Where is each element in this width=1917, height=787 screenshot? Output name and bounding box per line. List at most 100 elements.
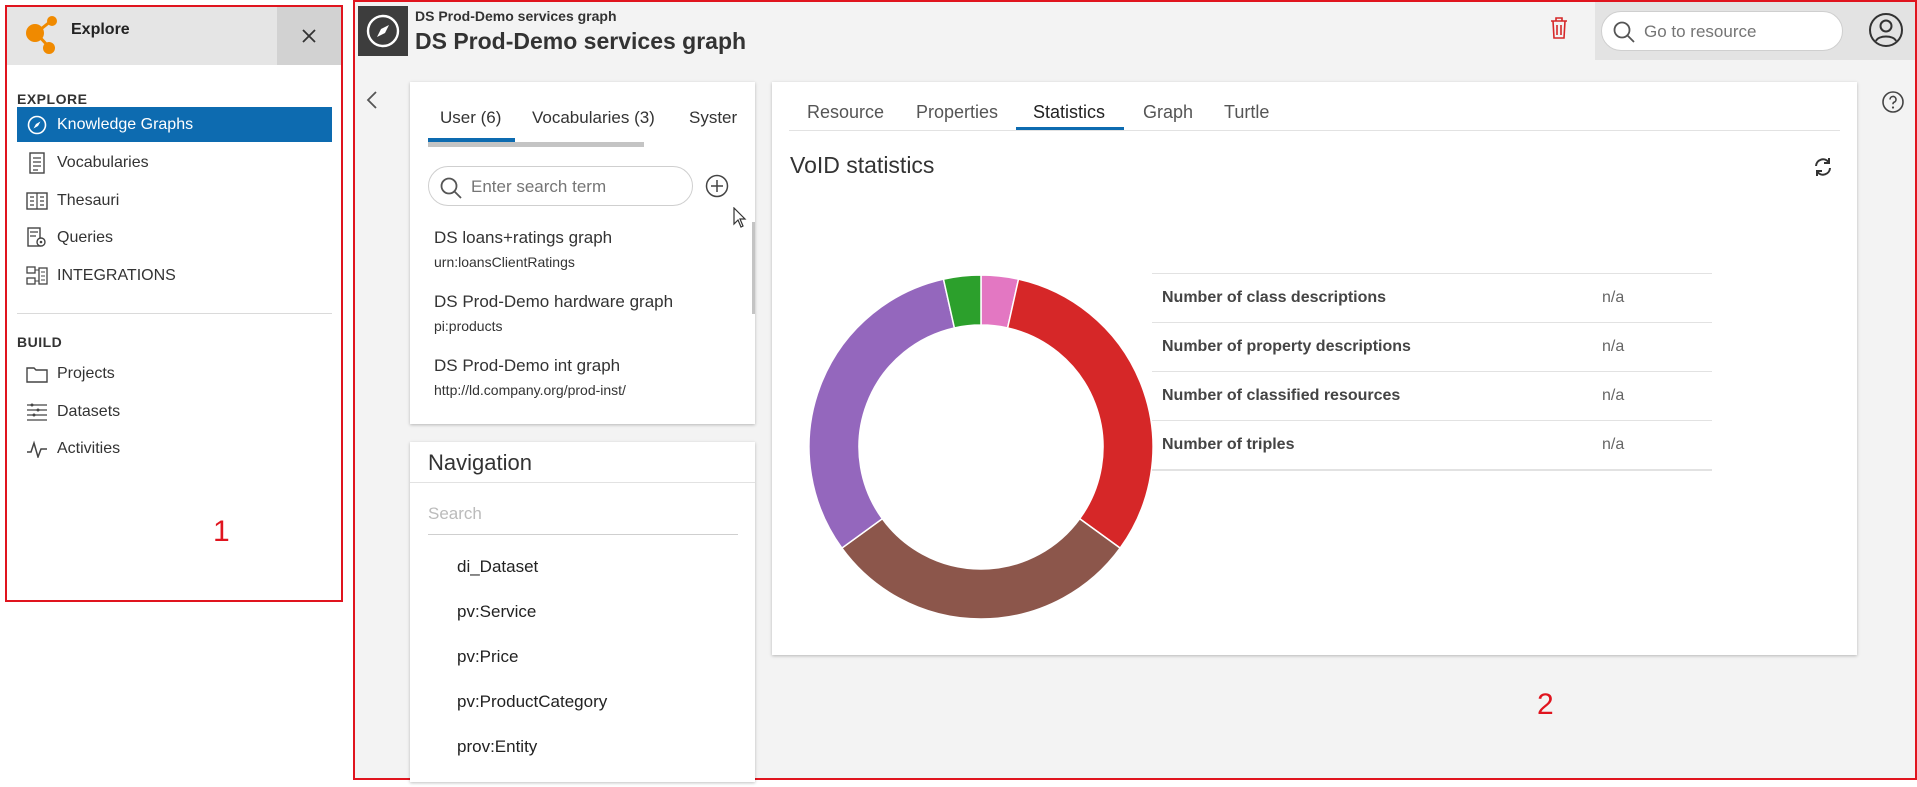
activity-icon [23, 438, 51, 460]
list-item-uri: http://ld.company.org/prod-inst/ [434, 382, 626, 398]
user-account-icon[interactable] [1868, 12, 1904, 53]
graph-search-input[interactable] [469, 176, 683, 198]
mouse-cursor-icon [733, 206, 747, 234]
search-underline [428, 534, 738, 535]
page-title: DS Prod-Demo services graph [415, 28, 747, 54]
header-subtitle: DS Prod-Demo services graph [415, 8, 617, 24]
statistics-table: Number of class descriptions n/a Number … [1152, 273, 1712, 471]
sidebar-item-label: INTEGRATIONS [57, 266, 176, 284]
table-row: Number of property descriptions n/a [1152, 322, 1712, 371]
stat-label: Number of class descriptions [1162, 289, 1387, 306]
list-item-title: DS Prod-Demo int graph [434, 356, 621, 375]
list-item[interactable]: DS Prod-Demo hardware graph pi:products [434, 292, 673, 334]
search-icon [1612, 20, 1636, 49]
list-doc-icon [23, 151, 51, 174]
void-statistics-donut-chart [808, 274, 1154, 620]
tab-graph[interactable]: Graph [1143, 102, 1193, 123]
page-header: DS Prod-Demo services graph DS Prod-Demo… [355, 2, 1915, 60]
stat-label: Number of classified resources [1162, 387, 1401, 404]
navigation-item[interactable]: pv:Price [457, 647, 518, 667]
go-to-resource-input[interactable] [1642, 21, 1836, 43]
sidebar-item-label: Projects [57, 364, 115, 382]
navigation-item[interactable]: pv:Service [457, 602, 536, 622]
add-circle-icon[interactable] [705, 174, 729, 203]
sidebar-item-projects[interactable]: Projects [17, 356, 332, 391]
tab-scrollbar-track [428, 142, 515, 147]
delete-icon[interactable] [1549, 16, 1569, 45]
app-logo-icon [21, 13, 61, 57]
list-scrollbar[interactable] [752, 222, 755, 314]
stat-value: n/a [1602, 436, 1625, 453]
collapse-panel-icon[interactable] [365, 90, 379, 116]
graph-search-field[interactable] [428, 166, 693, 206]
section-title: VoID statistics [790, 152, 935, 178]
sidebar-header: Explore [7, 7, 341, 65]
tab-user[interactable]: User (6) [440, 108, 501, 128]
resource-detail-panel: Resource Properties Statistics Graph Tur… [772, 82, 1857, 655]
sidebar-panel: Explore EXPLORE Knowledge Graphs Vocabul… [5, 5, 343, 602]
sidebar-divider [17, 313, 332, 314]
go-to-resource-search[interactable] [1601, 11, 1843, 51]
sidebar-item-label: Datasets [57, 402, 121, 420]
sidebar-item-vocabularies[interactable]: Vocabularies [17, 145, 332, 180]
sidebar-title: Explore [71, 21, 130, 38]
sidebar-item-datasets[interactable]: Datasets [17, 394, 332, 429]
list-item-title: DS Prod-Demo hardware graph [434, 292, 674, 311]
list-item[interactable]: DS loans+ratings graph urn:loansClientRa… [434, 228, 612, 270]
stat-value: n/a [1602, 338, 1625, 355]
query-icon [23, 226, 51, 249]
tab-turtle[interactable]: Turtle [1224, 102, 1269, 123]
graph-list-panel: User (6) Vocabularies (3) Syster DS loan… [410, 82, 755, 424]
tab-system[interactable]: Syster [689, 108, 737, 128]
table-row: Number of class descriptions n/a [1152, 273, 1712, 322]
stat-label: Number of triples [1162, 436, 1295, 453]
refresh-icon[interactable] [1812, 156, 1834, 183]
stat-value: n/a [1602, 289, 1625, 306]
tab-resource[interactable]: Resource [807, 102, 884, 123]
stat-value: n/a [1602, 387, 1625, 404]
integrations-icon [23, 265, 51, 287]
close-icon[interactable] [277, 7, 341, 65]
section-label-explore: EXPLORE [17, 91, 88, 107]
annotation-label-1: 1 [213, 515, 230, 548]
navigation-item[interactable]: pv:ProductCategory [457, 692, 607, 712]
navigation-item[interactable]: di_Dataset [457, 557, 538, 577]
compass-icon [358, 6, 408, 56]
list-item[interactable]: DS Prod-Demo int graph http://ld.company… [434, 356, 626, 398]
tab-vocabularies[interactable]: Vocabularies (3) [532, 108, 655, 128]
help-icon[interactable] [1881, 90, 1905, 119]
donut-slice-1 [1006, 278, 1154, 550]
sidebar-item-label: Queries [57, 228, 114, 246]
search-icon [439, 176, 463, 205]
list-item-title: DS loans+ratings graph [434, 228, 613, 247]
book-icon [23, 190, 51, 212]
sidebar-item-thesauri[interactable]: Thesauri [17, 183, 332, 218]
sidebar-item-label: Knowledge Graphs [57, 115, 194, 133]
donut-slice-3 [808, 278, 956, 550]
tab-statistics[interactable]: Statistics [1033, 102, 1105, 123]
navigation-title: Navigation [428, 450, 532, 475]
folder-icon [23, 363, 51, 385]
sidebar-item-queries[interactable]: Queries [17, 220, 332, 255]
tab-scrollbar[interactable] [515, 142, 644, 147]
active-tab-indicator [1016, 127, 1124, 130]
sidebar-item-integrations[interactable]: INTEGRATIONS [17, 258, 332, 293]
tab-properties[interactable]: Properties [916, 102, 998, 123]
tab-divider [789, 130, 1840, 131]
navigation-search-input[interactable]: Search [428, 504, 482, 524]
navigation-panel: Navigation Search di_Dataset pv:Service … [410, 442, 755, 782]
active-tab-indicator [428, 138, 515, 142]
navigation-item[interactable]: prov:Entity [457, 737, 537, 757]
datasets-icon [23, 401, 51, 423]
sidebar-item-knowledge-graphs[interactable]: Knowledge Graphs [17, 107, 332, 142]
section-label-build: BUILD [17, 334, 63, 350]
donut-slice-2 [840, 517, 1122, 620]
main-area: DS Prod-Demo services graph DS Prod-Demo… [353, 0, 1917, 782]
table-row: Number of classified resources n/a [1152, 371, 1712, 420]
sidebar-item-activities[interactable]: Activities [17, 431, 332, 466]
sidebar-item-label: Vocabularies [57, 153, 149, 171]
annotation-label-2: 2 [1537, 688, 1554, 721]
stat-label: Number of property descriptions [1162, 338, 1411, 355]
sidebar-item-label: Thesauri [57, 191, 120, 209]
sidebar-item-label: Activities [57, 439, 121, 457]
